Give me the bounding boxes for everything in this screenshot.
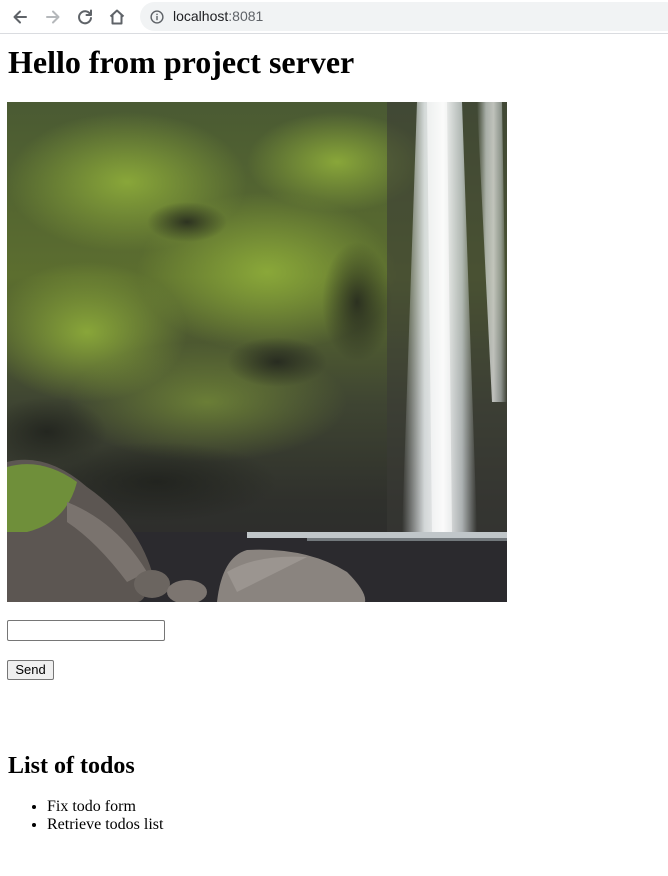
arrow-left-icon: [13, 10, 27, 24]
waterfall-photo-image: [7, 102, 507, 602]
url-port: :8081: [228, 8, 264, 24]
url-text: localhost:8081: [173, 8, 263, 25]
todo-input[interactable]: [7, 620, 165, 641]
info-icon[interactable]: [150, 10, 164, 24]
send-button[interactable]: Send: [7, 660, 54, 680]
browser-toolbar: localhost:8081: [0, 0, 668, 34]
home-button[interactable]: [104, 4, 130, 30]
todo-item: Fix todo form: [47, 798, 163, 816]
forward-button[interactable]: [40, 4, 66, 30]
reload-icon: [78, 9, 92, 25]
arrow-right-icon: [46, 10, 60, 24]
address-bar[interactable]: localhost:8081: [140, 2, 668, 31]
page-title: Hello from project server: [8, 44, 355, 80]
todos-heading: List of todos: [8, 753, 135, 779]
back-button[interactable]: [7, 4, 33, 30]
todo-list: Fix todo form Retrieve todos list: [8, 798, 163, 834]
todo-item: Retrieve todos list: [47, 816, 163, 834]
home-icon: [109, 9, 125, 25]
reload-button[interactable]: [72, 4, 98, 30]
waterfall-photo: [7, 102, 507, 602]
url-host: localhost: [173, 8, 229, 24]
